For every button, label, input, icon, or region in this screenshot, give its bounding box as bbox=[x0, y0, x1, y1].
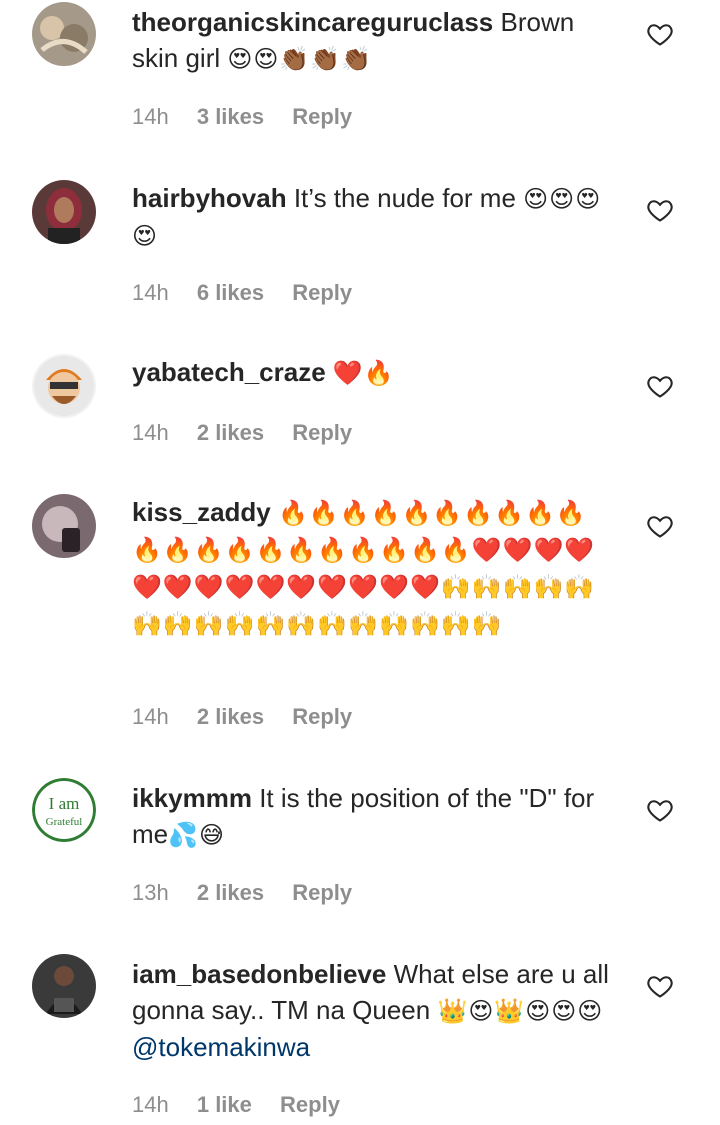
comment-likes[interactable]: 2 likes bbox=[197, 704, 264, 729]
comment-meta: 14h 2 likes Reply bbox=[132, 704, 374, 730]
avatar[interactable] bbox=[32, 354, 96, 418]
comment-time: 14h bbox=[132, 280, 169, 305]
avatar-text-line1: I am bbox=[49, 794, 80, 813]
comment-time: 13h bbox=[132, 880, 169, 905]
comment-emoji: 💦😅 bbox=[168, 821, 226, 849]
avatar[interactable]: I am Grateful bbox=[32, 778, 96, 842]
reply-button[interactable]: Reply bbox=[292, 104, 352, 129]
reply-button[interactable]: Reply bbox=[292, 280, 352, 305]
comment-likes[interactable]: 1 like bbox=[197, 1092, 252, 1117]
like-heart-icon[interactable] bbox=[646, 196, 674, 224]
reply-button[interactable]: Reply bbox=[292, 704, 352, 729]
avatar[interactable] bbox=[32, 180, 96, 244]
mention-link[interactable]: @tokemakinwa bbox=[132, 1032, 310, 1062]
comment-text: ikkymmm It is the position of the "D" fo… bbox=[132, 780, 612, 853]
comment-username[interactable]: yabatech_craze bbox=[132, 357, 326, 387]
comment-emoji: ❤️🔥 bbox=[332, 359, 395, 387]
avatar[interactable] bbox=[32, 2, 96, 66]
comment-text: iam_basedonbelieve What else are u all g… bbox=[132, 956, 612, 1065]
comment-message: It’s the nude for me bbox=[293, 183, 516, 213]
like-heart-icon[interactable] bbox=[646, 512, 674, 540]
comment-username[interactable]: kiss_zaddy bbox=[132, 497, 271, 527]
comment-time: 14h bbox=[132, 1092, 169, 1117]
comment-likes[interactable]: 3 likes bbox=[197, 104, 264, 129]
comment-time: 14h bbox=[132, 420, 169, 445]
comment-username[interactable]: theorganicskincareguruclass bbox=[132, 7, 493, 37]
reply-button[interactable]: Reply bbox=[292, 420, 352, 445]
comment-text: theorganicskincareguruclass Brown skin g… bbox=[132, 4, 612, 77]
comment-time: 14h bbox=[132, 104, 169, 129]
avatar-text-line2: Grateful bbox=[46, 816, 83, 828]
comment-username[interactable]: iam_basedonbelieve bbox=[132, 959, 386, 989]
reply-button[interactable]: Reply bbox=[292, 880, 352, 905]
reply-button[interactable]: Reply bbox=[280, 1092, 340, 1117]
like-heart-icon[interactable] bbox=[646, 20, 674, 48]
comment-meta: 13h 2 likes Reply bbox=[132, 880, 374, 906]
comment-emoji: 😍😍👏🏾👏🏾👏🏾 bbox=[227, 45, 373, 73]
comment-meta: 14h 1 like Reply bbox=[132, 1092, 362, 1118]
comment-text: kiss_zaddy 🔥🔥🔥🔥🔥🔥🔥🔥🔥🔥🔥🔥🔥🔥🔥🔥🔥🔥🔥🔥🔥❤️❤️❤️❤️… bbox=[132, 494, 612, 642]
comment-likes[interactable]: 2 likes bbox=[197, 420, 264, 445]
comments-list: theorganicskincareguruclass Brown skin g… bbox=[0, 0, 720, 1125]
comment-time: 14h bbox=[132, 704, 169, 729]
comment-likes[interactable]: 6 likes bbox=[197, 280, 264, 305]
comment-emoji: 👑😍👑😍😍😍 bbox=[437, 997, 604, 1025]
avatar[interactable] bbox=[32, 954, 96, 1018]
comment-likes[interactable]: 2 likes bbox=[197, 880, 264, 905]
like-heart-icon[interactable] bbox=[646, 796, 674, 824]
comment-username[interactable]: hairbyhovah bbox=[132, 183, 287, 213]
like-heart-icon[interactable] bbox=[646, 372, 674, 400]
like-heart-icon[interactable] bbox=[646, 972, 674, 1000]
comment-text: yabatech_craze ❤️🔥 bbox=[132, 354, 612, 391]
comment-text: hairbyhovah It’s the nude for me 😍😍😍😍 bbox=[132, 180, 612, 254]
comment-meta: 14h 3 likes Reply bbox=[132, 104, 374, 130]
comment-meta: 14h 2 likes Reply bbox=[132, 420, 374, 446]
avatar[interactable] bbox=[32, 494, 96, 558]
comment-meta: 14h 6 likes Reply bbox=[132, 280, 374, 306]
comment-username[interactable]: ikkymmm bbox=[132, 783, 252, 813]
